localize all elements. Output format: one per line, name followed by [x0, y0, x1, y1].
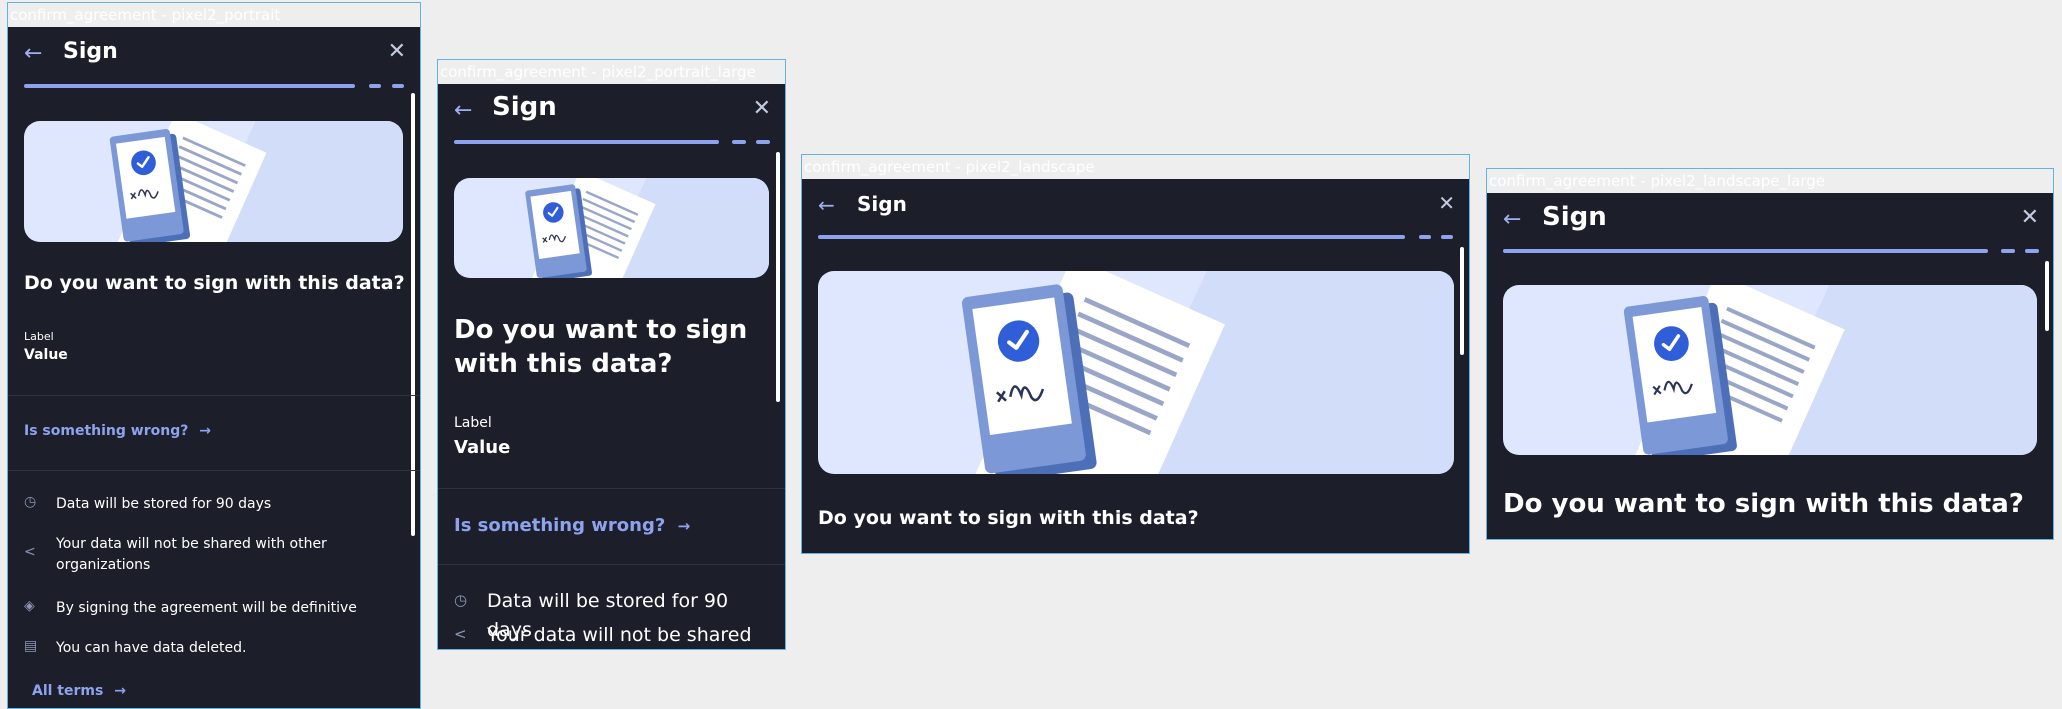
divider: [8, 470, 420, 471]
close-icon[interactable]: ✕: [1438, 191, 1455, 215]
info-item-storage: ◷ Data will be stored for 90 days: [24, 494, 394, 515]
something-wrong-label: Is something wrong?: [454, 515, 666, 536]
page-title: Sign: [1542, 202, 1607, 232]
clock-icon: ◷: [454, 591, 468, 609]
field-value: Value: [454, 437, 511, 458]
progress-indicator: [24, 84, 407, 88]
device-frame-landscape: confirm_agreement - pixel2_landscape ← S…: [801, 154, 1470, 554]
back-arrow-icon[interactable]: ←: [24, 41, 42, 66]
device-frame-portrait-large: confirm_agreement - pixel2_portrait_larg…: [437, 59, 786, 650]
sign-illustration: [454, 178, 769, 278]
close-icon[interactable]: ✕: [2021, 205, 2039, 230]
info-text: By signing the agreement will be definit…: [56, 600, 357, 616]
divider: [438, 488, 785, 489]
all-terms-link[interactable]: All terms →: [32, 683, 126, 699]
screen: ← Sign ✕ Do you want to sign with this d…: [802, 179, 1469, 553]
info-item-deletion: ▤ You can have data deleted.: [24, 638, 394, 659]
info-item-sharing: < Your data will not be shared with othe…: [454, 621, 774, 649]
progress-indicator: [1503, 249, 2041, 253]
back-arrow-icon[interactable]: ←: [818, 193, 835, 217]
divider: [8, 395, 420, 396]
info-text: Your data will not be shared with other …: [56, 536, 327, 573]
frame-label: confirm_agreement - pixel2_portrait: [8, 3, 420, 27]
sign-illustration: [1503, 285, 2037, 455]
info-item-sharing: < Your data will not be shared with othe…: [24, 534, 394, 576]
scrollbar[interactable]: [776, 152, 780, 402]
progress-step: [732, 140, 746, 144]
device-frame-landscape-large: confirm_agreement - pixel2_landscape_lar…: [1486, 168, 2054, 540]
info-text: Your data will not be shared with other …: [487, 624, 752, 646]
page-title: Sign: [63, 39, 118, 64]
close-icon[interactable]: ✕: [388, 39, 406, 64]
frame-label: confirm_agreement - pixel2_landscape: [802, 155, 1469, 179]
arrow-right-icon: →: [114, 683, 126, 699]
field-label: Label: [24, 330, 54, 343]
info-item-definitive: ◈ By signing the agreement will be defin…: [24, 598, 394, 619]
progress-step: [369, 84, 381, 88]
share-icon: <: [454, 625, 467, 643]
page-title: Sign: [492, 92, 557, 122]
clock-icon: ◷: [24, 494, 37, 510]
arrow-right-icon: →: [677, 517, 691, 535]
progress-bar: [24, 84, 355, 88]
all-terms-label: All terms: [32, 683, 104, 699]
info-text: Data will be stored for 90 days: [56, 496, 272, 512]
share-icon: <: [24, 544, 36, 560]
frame-label: confirm_agreement - pixel2_portrait_larg…: [438, 60, 785, 84]
info-text: You can have data deleted.: [56, 640, 247, 656]
progress-bar: [818, 235, 1405, 239]
question-heading: Do you want to sign with this data?: [1503, 489, 2024, 519]
progress-indicator: [454, 140, 774, 144]
screen: ← Sign ✕ Do you want to sign with this d…: [438, 84, 785, 649]
device-frame-portrait: confirm_agreement - pixel2_portrait ← Si…: [7, 2, 421, 709]
frame-label: confirm_agreement - pixel2_landscape_lar…: [1487, 169, 2053, 193]
progress-step: [2025, 249, 2039, 253]
progress-step: [2001, 249, 2015, 253]
shield-icon: ◈: [24, 598, 35, 614]
question-heading: Do you want to sign with this data?: [24, 272, 405, 294]
divider: [438, 564, 785, 565]
progress-step: [756, 140, 770, 144]
arrow-right-icon: →: [199, 423, 211, 439]
progress-step: [392, 84, 404, 88]
back-arrow-icon[interactable]: ←: [1503, 207, 1521, 232]
sign-illustration: [24, 121, 403, 242]
something-wrong-link[interactable]: Is something wrong? →: [24, 423, 211, 439]
scrollbar[interactable]: [2045, 261, 2049, 331]
close-icon[interactable]: ✕: [753, 96, 771, 121]
progress-step: [1419, 235, 1431, 239]
question-heading: Do you want to sign with this data?: [818, 507, 1199, 529]
question-heading: Do you want to sign with this data?: [454, 315, 748, 379]
sign-illustration: [818, 271, 1454, 474]
progress-indicator: [818, 235, 1454, 239]
something-wrong-link[interactable]: Is something wrong? →: [454, 515, 690, 536]
progress-bar: [1503, 249, 1988, 253]
trash-icon: ▤: [24, 638, 38, 654]
screen: ← Sign ✕ Do you want to sign with this d…: [8, 27, 420, 708]
scrollbar[interactable]: [1460, 247, 1464, 355]
screen: ← Sign ✕ Do you want to sign with this d…: [1487, 193, 2053, 539]
something-wrong-label: Is something wrong?: [24, 423, 189, 439]
progress-bar: [454, 140, 719, 144]
field-label: Label: [454, 415, 492, 431]
progress-step: [1441, 235, 1453, 239]
field-value: Value: [24, 347, 68, 363]
back-arrow-icon[interactable]: ←: [454, 98, 472, 123]
page-title: Sign: [857, 192, 907, 216]
